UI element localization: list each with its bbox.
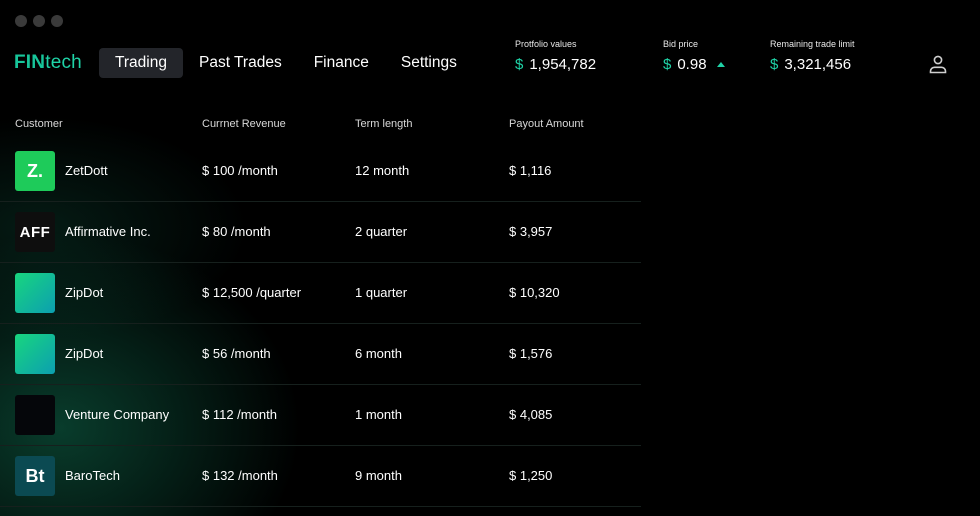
tab-settings[interactable]: Settings — [385, 48, 473, 78]
term-cell: 1 month — [355, 407, 402, 422]
company-logo: Bt — [15, 456, 55, 496]
stat-portfolio-value: 1,954,782 — [529, 56, 597, 73]
stat-bid-price: Bid price $ 0.98 — [663, 39, 725, 73]
company-logo — [15, 395, 55, 435]
revenue-cell: $ 112 /month — [202, 407, 277, 422]
company-logo: AFF — [15, 212, 55, 252]
main-nav: Trading Past Trades Finance Settings — [99, 48, 473, 78]
stat-trade-limit: Remaining trade limit $ 3,321,456 — [770, 39, 855, 73]
stat-portfolio: Protfolio values $ 1,954,782 — [515, 39, 596, 73]
logo-light: tech — [45, 52, 82, 73]
revenue-cell: $ 100 /month — [202, 163, 278, 178]
stat-limit-label: Remaining trade limit — [770, 39, 855, 49]
customer-name: BaroTech — [65, 468, 120, 483]
header-payout[interactable]: Payout Amount — [509, 118, 584, 130]
logo-bold: FIN — [14, 52, 46, 73]
stat-portfolio-value-row: $ 1,954,782 — [515, 56, 596, 73]
table-row[interactable]: Z. ZetDott $ 100 /month 12 month $ 1,116 — [0, 141, 641, 202]
payout-cell: $ 4,085 — [509, 407, 553, 422]
window-minimize-dot[interactable] — [33, 15, 45, 27]
table-row[interactable]: ZipDot $ 12,500 /quarter 1 quarter $ 10,… — [0, 263, 641, 324]
tab-finance[interactable]: Finance — [298, 48, 385, 78]
currency-symbol: $ — [770, 56, 779, 73]
header-revenue[interactable]: Currnet Revenue — [202, 118, 286, 130]
payout-cell: $ 3,957 — [509, 224, 553, 239]
customer-name: ZipDot — [65, 285, 104, 300]
window-close-dot[interactable] — [15, 15, 27, 27]
company-logo — [15, 273, 55, 313]
customer-table: Z. ZetDott $ 100 /month 12 month $ 1,116… — [0, 141, 641, 507]
company-logo — [15, 334, 55, 374]
stat-limit-value: 3,321,456 — [784, 56, 852, 73]
stat-portfolio-label: Protfolio values — [515, 39, 577, 49]
company-logo: Z. — [15, 151, 55, 191]
customer-name: Venture Company — [65, 407, 170, 422]
tab-past-trades[interactable]: Past Trades — [183, 48, 298, 78]
revenue-cell: $ 132 /month — [202, 468, 278, 483]
customer-name: ZipDot — [65, 346, 104, 361]
revenue-cell: $ 12,500 /quarter — [202, 285, 302, 300]
term-cell: 2 quarter — [355, 224, 408, 239]
table-row[interactable]: AFF Affirmative Inc. $ 80 /month 2 quart… — [0, 202, 641, 263]
app-logo[interactable]: FINtech — [14, 52, 82, 74]
term-cell: 1 quarter — [355, 285, 408, 300]
payout-cell: $ 10,320 — [509, 285, 560, 300]
currency-symbol: $ — [663, 56, 672, 73]
payout-cell: $ 1,116 — [509, 163, 552, 178]
term-cell: 9 month — [355, 468, 402, 483]
payout-cell: $ 1,576 — [509, 346, 553, 361]
stat-limit-value-row: $ 3,321,456 — [770, 56, 855, 73]
revenue-cell: $ 56 /month — [202, 346, 271, 361]
customer-name: ZetDott — [65, 163, 108, 178]
term-cell: 12 month — [355, 163, 410, 178]
currency-symbol: $ — [515, 56, 524, 73]
customer-name: Affirmative Inc. — [65, 224, 151, 239]
user-icon[interactable] — [928, 54, 948, 74]
stat-bid-value: 0.98 — [677, 56, 707, 73]
table-row[interactable]: Venture Company $ 112 /month 1 month $ 4… — [0, 385, 641, 446]
header-term[interactable]: Term length — [355, 118, 412, 130]
stat-bid-label: Bid price — [663, 39, 699, 49]
payout-cell: $ 1,250 — [509, 468, 553, 483]
table-row[interactable]: Bt BaroTech $ 132 /month 9 month $ 1,250 — [0, 446, 641, 507]
stat-bid-value-row: $ 0.98 — [663, 56, 725, 73]
table-row[interactable]: ZipDot $ 56 /month 6 month $ 1,576 — [0, 324, 641, 385]
window-maximize-dot[interactable] — [51, 15, 63, 27]
window-controls — [15, 15, 63, 27]
table-header: Customer Currnet Revenue Term length Pay… — [0, 118, 980, 132]
arrow-up-icon — [716, 62, 725, 67]
header-customer[interactable]: Customer — [15, 118, 63, 130]
tab-trading[interactable]: Trading — [99, 48, 183, 78]
revenue-cell: $ 80 /month — [202, 224, 271, 239]
term-cell: 6 month — [355, 346, 402, 361]
